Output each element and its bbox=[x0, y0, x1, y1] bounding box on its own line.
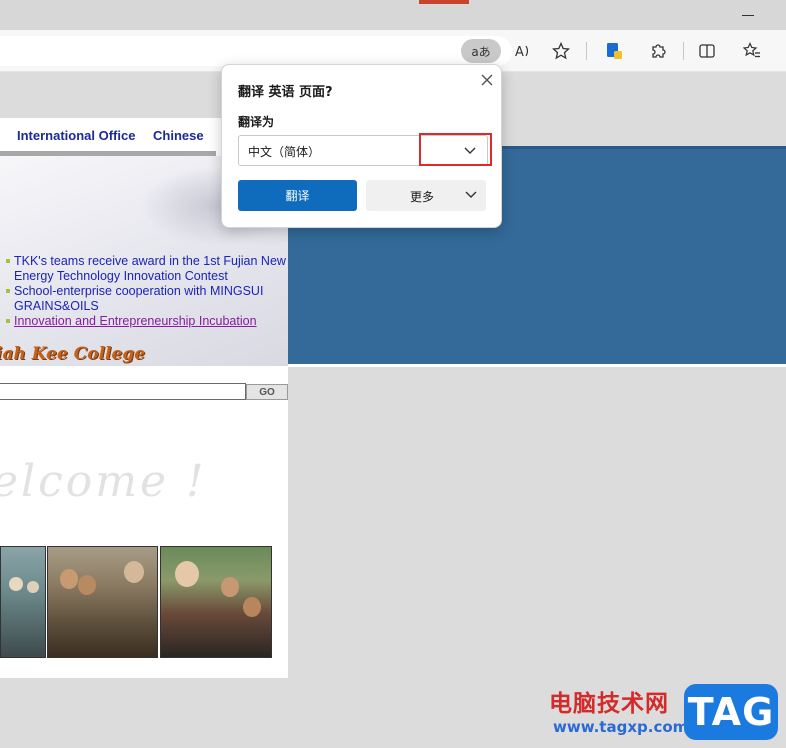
campus-photo[interactable] bbox=[47, 546, 158, 658]
svg-text:A: A bbox=[515, 45, 524, 60]
more-button-label: 更多 bbox=[410, 190, 435, 204]
watermark-badge: TAG bbox=[684, 684, 778, 740]
news-item[interactable]: TKK's teams receive award in the 1st Fuj… bbox=[6, 254, 288, 284]
chevron-down-icon bbox=[463, 187, 479, 203]
split-screen-icon[interactable] bbox=[696, 40, 718, 62]
dialog-title: 翻译 英语 页面? bbox=[238, 85, 333, 100]
search-go-button[interactable]: GO bbox=[246, 384, 288, 400]
news-item[interactable]: Innovation and Entrepreneurship Incubati… bbox=[6, 314, 288, 329]
translate-button[interactable]: 翻译 bbox=[238, 180, 357, 211]
photo-detail bbox=[9, 577, 23, 591]
favorite-star-icon[interactable] bbox=[550, 40, 572, 62]
campus-photo[interactable] bbox=[160, 546, 272, 658]
photo-detail bbox=[243, 597, 261, 617]
welcome-text: elcome ! bbox=[0, 456, 207, 507]
bullet-icon bbox=[6, 289, 10, 293]
site-search-input[interactable] bbox=[0, 383, 246, 400]
nav-link-chinese[interactable]: Chinese bbox=[153, 128, 204, 143]
watermark-site-name: 电脑技术网 bbox=[549, 691, 669, 717]
translate-dialog: 翻译 英语 页面? 翻译为 中文（简体） 翻译 更多 bbox=[221, 64, 502, 228]
photo-detail bbox=[175, 561, 199, 587]
translate-to-label: 翻译为 bbox=[238, 115, 275, 129]
bullet-icon bbox=[6, 259, 10, 263]
photo-detail bbox=[78, 575, 96, 595]
favorites-list-icon[interactable] bbox=[741, 40, 763, 62]
bullet-icon bbox=[6, 319, 10, 323]
active-tab-indicator bbox=[419, 0, 469, 4]
news-item[interactable]: School-enterprise cooperation with MINGS… bbox=[6, 284, 288, 314]
watermark-url: www.tagxp.com bbox=[553, 718, 689, 736]
close-icon[interactable] bbox=[478, 71, 496, 89]
toolbar-separator bbox=[586, 42, 587, 60]
panel-divider bbox=[288, 364, 786, 367]
translate-extension-icon[interactable] bbox=[603, 40, 625, 62]
selected-language: 中文（简体） bbox=[248, 145, 321, 159]
extension-puzzle-icon[interactable] bbox=[647, 40, 669, 62]
college-logo-text: iah Kee College bbox=[0, 344, 146, 364]
browser-titlebar bbox=[0, 0, 786, 30]
nav-link-international-office[interactable]: International Office bbox=[17, 128, 135, 143]
minimize-button[interactable] bbox=[742, 15, 754, 16]
toolbar-separator bbox=[683, 42, 684, 60]
annotation-highlight-box bbox=[419, 133, 492, 166]
photo-detail bbox=[221, 577, 239, 597]
photo-detail bbox=[124, 561, 144, 583]
photo-detail bbox=[60, 569, 78, 589]
address-bar[interactable] bbox=[0, 36, 512, 66]
read-aloud-icon[interactable]: A bbox=[511, 40, 533, 62]
campus-photo[interactable] bbox=[0, 546, 46, 658]
reader-mode-button[interactable]: aあ bbox=[461, 39, 501, 63]
more-button[interactable]: 更多 bbox=[366, 180, 486, 211]
photo-detail bbox=[27, 581, 39, 593]
